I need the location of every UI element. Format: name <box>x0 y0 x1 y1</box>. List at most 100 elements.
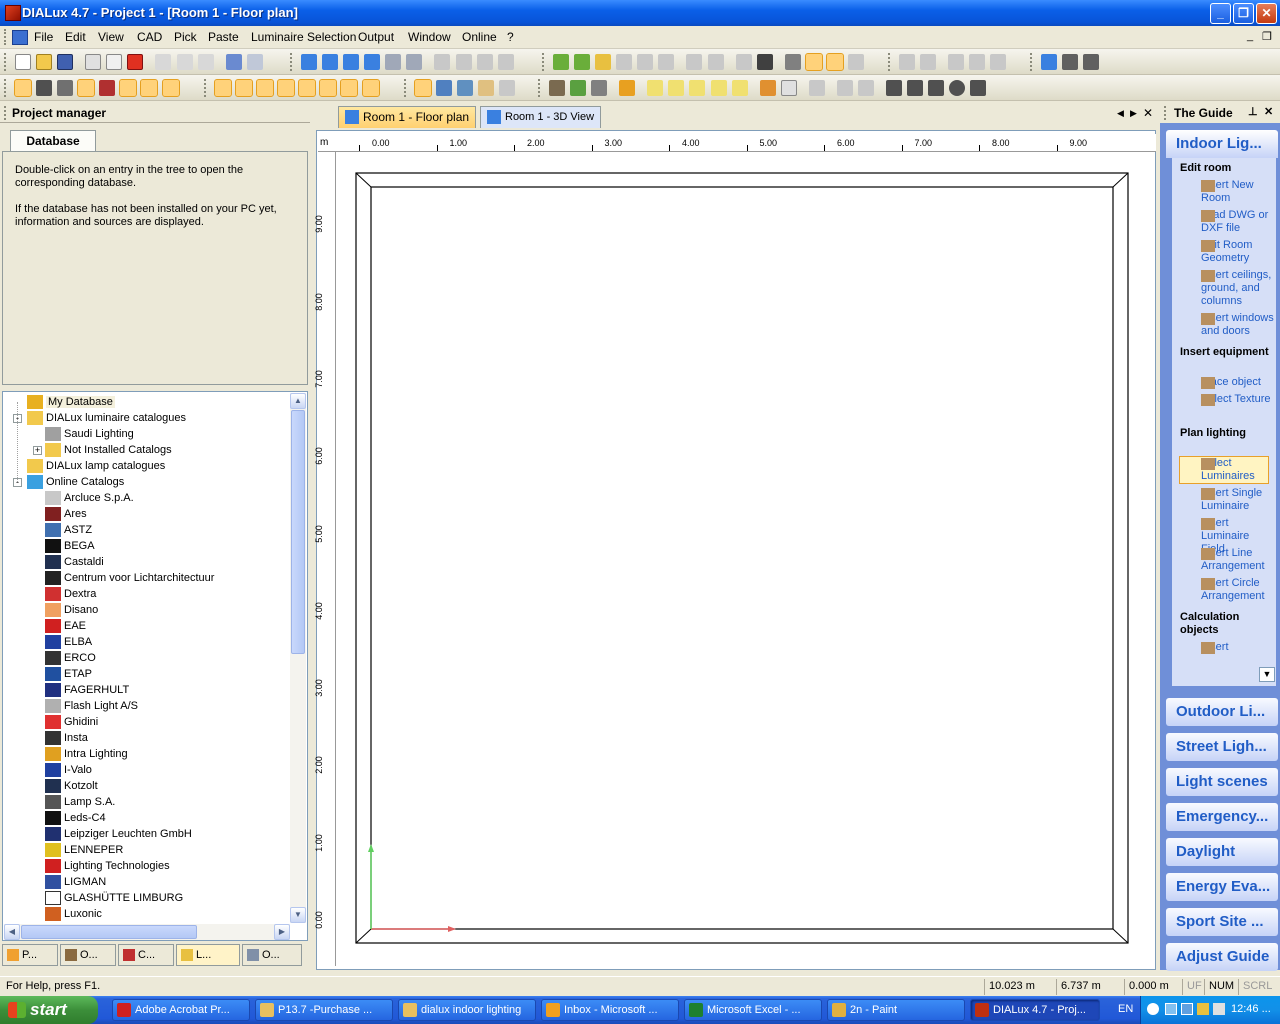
arrangement-icon[interactable] <box>668 80 685 96</box>
tree-node[interactable]: + Not Installed Catalogs <box>33 442 172 458</box>
disabled-tool-icon[interactable] <box>707 54 724 70</box>
tree-node[interactable]: Intra Lighting <box>45 746 128 762</box>
scroll-up-button[interactable]: ▲ <box>290 393 306 409</box>
guide-item[interactable]: Select Texture <box>1180 393 1276 406</box>
tree-node[interactable]: LIGMAN <box>45 874 106 890</box>
disabled-tool-icon[interactable] <box>455 54 472 70</box>
tree-node[interactable]: FAGERHULT <box>45 682 129 698</box>
taskbar-task-button[interactable]: Microsoft Excel - ... <box>684 999 822 1021</box>
guide-section-button[interactable]: Sport Site ... <box>1166 908 1278 936</box>
guide-section-button[interactable]: Adjust Guide <box>1166 943 1278 971</box>
scroll-left-button[interactable]: ◀ <box>4 924 20 940</box>
calc-surface-icon[interactable] <box>780 80 797 96</box>
insert-object-icon[interactable] <box>549 80 566 96</box>
menu-file[interactable]: File <box>34 30 53 44</box>
select-tool-icon[interactable] <box>99 80 116 96</box>
document-icon[interactable] <box>12 30 28 45</box>
disabled-tool-icon[interactable] <box>616 54 633 70</box>
select-object-icon[interactable] <box>119 79 138 97</box>
taskbar-task-button[interactable]: 2n - Paint <box>827 999 965 1021</box>
pointer-icon[interactable] <box>414 79 433 97</box>
volume-icon[interactable] <box>1213 1003 1225 1015</box>
tree-node[interactable]: DIALux lamp catalogues <box>27 458 165 474</box>
guide-item[interactable]: Insert Single Luminaire <box>1180 487 1276 513</box>
snap-points-icon[interactable] <box>825 53 844 71</box>
mdi-minimize-button[interactable]: _ <box>1247 30 1253 42</box>
mdi-restore-button[interactable]: ❐ <box>1262 30 1272 43</box>
start-button[interactable]: start <box>0 996 98 1024</box>
edit-point-icon[interactable] <box>235 79 254 97</box>
tray-app-icon[interactable] <box>1181 1003 1193 1015</box>
dxf-edit-icon[interactable] <box>277 79 296 97</box>
polyline-icon[interactable] <box>214 79 233 97</box>
tree-horizontal-scrollbar[interactable]: ◀ ▶ <box>4 924 290 940</box>
guide-item[interactable]: Select Luminaires <box>1179 456 1269 484</box>
guide-item[interactable]: Insert <box>1180 641 1276 654</box>
scroll-thumb[interactable] <box>21 925 197 939</box>
pin-icon[interactable]: ⊥ <box>1248 105 1258 118</box>
guide-indoor-lighting-header[interactable]: Indoor Lig... <box>1166 130 1278 158</box>
rotate-icon[interactable] <box>457 80 474 96</box>
print-icon[interactable] <box>85 54 102 70</box>
disabled-tool-icon[interactable] <box>476 54 493 70</box>
tree-node[interactable]: Ghidini <box>45 714 98 730</box>
scroll-down-button[interactable]: ▼ <box>290 907 306 923</box>
tab-scroll-right-icon[interactable]: ▶ <box>1130 108 1137 119</box>
close-button[interactable]: ✕ <box>1256 3 1277 24</box>
line-icon[interactable] <box>885 80 902 96</box>
tab-luminaires[interactable]: L... <box>176 944 240 966</box>
insert-tool-icon[interactable] <box>591 80 608 96</box>
menu-pick[interactable]: Pick <box>174 30 197 44</box>
redo-icon[interactable] <box>246 54 263 70</box>
tab-project[interactable]: P... <box>2 944 58 966</box>
guide-item[interactable]: Load DWG or DXF file <box>1180 209 1276 235</box>
taskbar-task-button[interactable]: P13.7 -Purchase ... <box>255 999 393 1021</box>
disabled-tool-icon[interactable] <box>499 80 516 96</box>
guide-section-button[interactable]: Light scenes <box>1166 768 1278 796</box>
select-tool-icon[interactable] <box>36 80 53 96</box>
disabled-tool-icon[interactable] <box>948 54 965 70</box>
tab-output[interactable]: O... <box>242 944 302 966</box>
copy-icon[interactable] <box>176 54 193 70</box>
menu-cad[interactable]: CAD <box>137 30 162 44</box>
arrangement-icon[interactable] <box>689 80 706 96</box>
tree-node[interactable]: Dextra <box>45 586 96 602</box>
side-view-icon[interactable] <box>364 54 381 70</box>
guide-item[interactable]: Insert ceilings, ground, and columns <box>1180 269 1276 308</box>
menu-view[interactable]: View <box>98 30 124 44</box>
dialux-app-icon[interactable] <box>5 5 21 21</box>
guide-section-button[interactable]: Emergency... <box>1166 803 1278 831</box>
tree-node[interactable]: Kotzolt <box>45 778 98 794</box>
snap-icon[interactable] <box>804 53 823 71</box>
guide-section-button[interactable]: Street Ligh... <box>1166 733 1278 761</box>
layout-icon[interactable] <box>1062 54 1079 70</box>
insert-plant-icon[interactable] <box>570 80 587 96</box>
guide-icon[interactable] <box>1041 54 1058 70</box>
panel-icon[interactable] <box>1083 54 1100 70</box>
select-all-icon[interactable] <box>161 79 180 97</box>
tree-node[interactable]: Leds-C4 <box>45 810 106 826</box>
toolbar-grip[interactable] <box>404 79 407 97</box>
guide-section-button[interactable]: Outdoor Li... <box>1166 698 1278 726</box>
disabled-tool-icon[interactable] <box>497 54 514 70</box>
tab-scroll-left-icon[interactable]: ◀ <box>1117 108 1124 119</box>
zoom-icon[interactable] <box>436 80 453 96</box>
guide-item[interactable]: Insert New Room <box>1180 179 1276 205</box>
tab-floor-plan[interactable]: Room 1 - Floor plan <box>338 106 477 128</box>
taskbar-task-button[interactable]: DIALux 4.7 - Proj... <box>970 999 1100 1021</box>
circle-icon[interactable] <box>949 80 966 96</box>
toolbar-grip[interactable] <box>888 53 891 71</box>
toolbar-grip[interactable] <box>4 79 7 97</box>
select-tool-icon[interactable] <box>57 80 74 96</box>
tree-node[interactable]: GLASHÜTTE LIMBURG <box>45 890 183 906</box>
disabled-tool-icon[interactable] <box>857 80 874 96</box>
disabled-tool-icon[interactable] <box>969 54 986 70</box>
menu-grip[interactable] <box>4 29 7 45</box>
taskbar-task-button[interactable]: Inbox - Microsoft ... <box>541 999 679 1021</box>
tab-database[interactable]: Database <box>10 130 96 152</box>
tree-node[interactable]: Flash Light A/S <box>45 698 138 714</box>
tree-node[interactable]: ETAP <box>45 666 92 682</box>
tree-node[interactable]: ERCO <box>45 650 96 666</box>
print-area-icon[interactable] <box>361 79 380 97</box>
panel-grip[interactable] <box>4 106 7 120</box>
